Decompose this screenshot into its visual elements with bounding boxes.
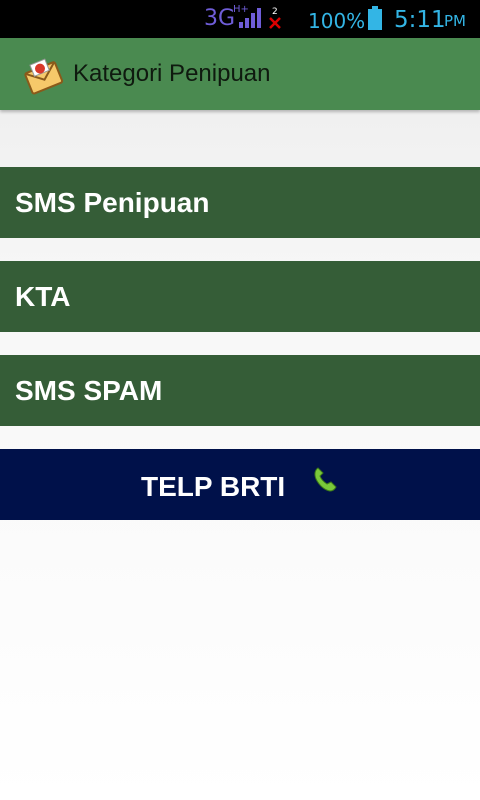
network-type: 3G <box>204 6 236 31</box>
battery-percentage: 100% <box>308 9 366 33</box>
sms-penipuan-button[interactable]: SMS Penipuan <box>0 167 480 238</box>
phone-icon <box>311 448 339 519</box>
page-title: Kategori Penipuan <box>73 60 271 87</box>
sms-spam-button[interactable]: SMS SPAM <box>0 355 480 426</box>
signal-icon <box>239 8 261 28</box>
envelope-icon[interactable] <box>22 55 64 102</box>
sim-no-service-icon: 2 <box>268 4 284 35</box>
action-bar: Kategori Penipuan <box>0 38 480 110</box>
status-bar: 3G H+ 2 100% 5:11 PM <box>0 0 480 38</box>
clock-time: 5:11 <box>394 7 446 33</box>
clock-ampm: PM <box>444 12 466 30</box>
kta-button[interactable]: KTA <box>0 261 480 332</box>
telp-brti-button[interactable]: TELP BRTI <box>0 449 480 520</box>
telp-brti-label: TELP BRTI <box>141 471 286 503</box>
battery-icon <box>368 6 382 30</box>
sim-count: 2 <box>272 7 278 17</box>
